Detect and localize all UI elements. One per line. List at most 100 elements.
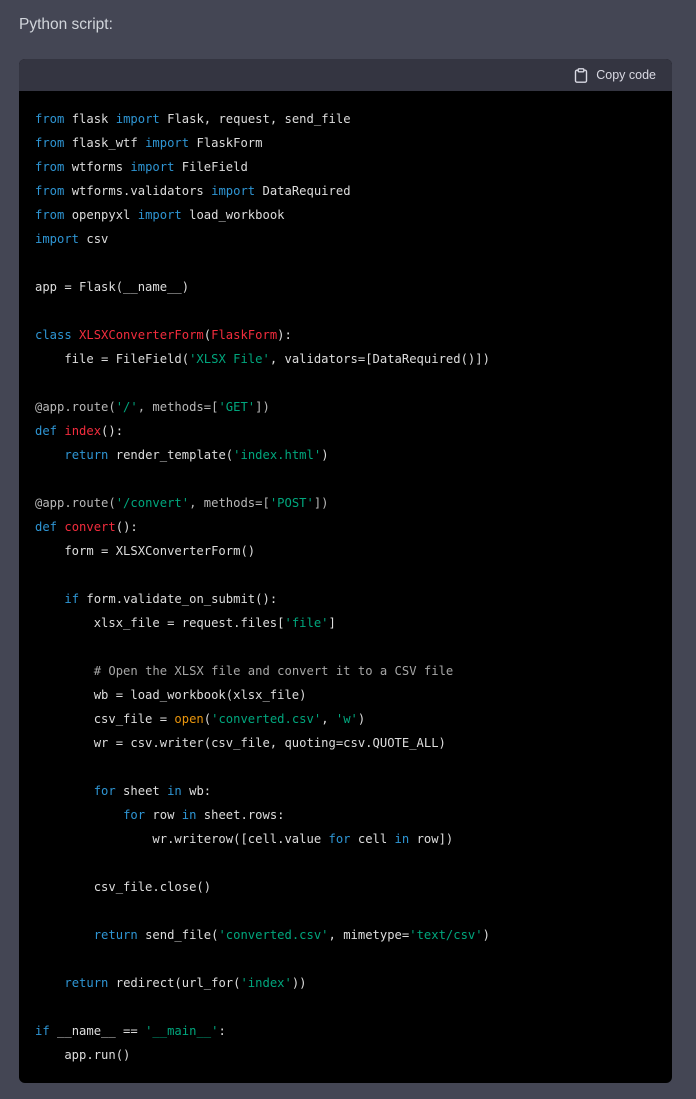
code-token: app = Flask(__name__) <box>35 280 190 294</box>
code-token: 'w' <box>335 712 358 726</box>
code-line: def index(): <box>35 419 672 443</box>
code-token: : <box>218 1024 226 1038</box>
code-token: ]) <box>313 496 329 510</box>
code-token: XLSXConverterForm <box>79 328 204 342</box>
code-token: openpyxl <box>64 208 138 222</box>
code-token: wtforms.validators <box>64 184 212 198</box>
code-token: DataRequired <box>255 184 351 198</box>
code-line: return send_file('converted.csv', mimety… <box>35 923 672 947</box>
code-token: cell <box>350 832 395 846</box>
code-token: ]) <box>255 400 270 414</box>
code-token: , <box>321 712 336 726</box>
code-token: file = FileField( <box>35 352 190 366</box>
code-token: (): <box>101 424 124 438</box>
code-line: def convert(): <box>35 515 672 539</box>
code-token: , mimetype= <box>328 928 410 942</box>
code-line: import csv <box>35 227 672 251</box>
code-token: FileField <box>174 160 248 174</box>
code-token: , methods=[ <box>189 496 270 510</box>
code-token: import <box>130 160 175 174</box>
code-token: wr.writerow([cell.value <box>35 832 329 846</box>
code-token: for <box>123 808 146 822</box>
code-token: __name__ == <box>49 1024 146 1038</box>
code-line: if __name__ == '__main__': <box>35 1019 672 1043</box>
code-token: in <box>394 832 410 846</box>
code-line: for sheet in wb: <box>35 779 672 803</box>
code-token: wb: <box>181 784 212 798</box>
code-token: ) <box>357 712 366 726</box>
code-token: return <box>93 928 138 942</box>
code-token: '__main__' <box>145 1024 219 1038</box>
code-line: from flask import Flask, request, send_f… <box>35 107 672 131</box>
code-token: in <box>167 784 182 798</box>
code-token: return <box>64 448 109 462</box>
intro-text: Python script: <box>19 16 113 33</box>
code-token: csv_file = <box>35 712 175 726</box>
code-line: from wtforms import FileField <box>35 155 672 179</box>
code-token: wr = csv.writer(csv_file, quoting=csv.QU… <box>35 736 446 750</box>
code-token: FlaskForm <box>211 328 278 342</box>
code-line: file = FileField('XLSX File', validators… <box>35 347 672 371</box>
code-token: 'index.html' <box>233 448 322 462</box>
code-token: for <box>93 784 116 798</box>
code-token: csv_file.close() <box>35 880 212 894</box>
code-token: import <box>137 208 182 222</box>
code-token: import <box>115 112 160 126</box>
code-token: ) <box>321 448 329 462</box>
code-token: 'index' <box>240 976 292 990</box>
code-token: # Open the XLSX file and convert it to a… <box>93 664 454 678</box>
code-line: form = XLSXConverterForm() <box>35 539 672 563</box>
code-token: 'POST' <box>269 496 314 510</box>
code-token: 'XLSX File' <box>189 352 270 366</box>
clipboard-icon <box>574 67 588 83</box>
code-token: load_workbook <box>181 208 285 222</box>
code-block-header: Copy code <box>19 59 672 91</box>
code-line: class XLSXConverterForm(FlaskForm): <box>35 323 672 347</box>
code-token: row <box>145 808 182 822</box>
code-token: (): <box>115 520 138 534</box>
code-line: from openpyxl import load_workbook <box>35 203 672 227</box>
code-line: app = Flask(__name__) <box>35 275 672 299</box>
code-token: )) <box>291 976 307 990</box>
copy-code-label: Copy code <box>596 68 656 82</box>
code-token: render_template( <box>108 448 234 462</box>
code-token: FlaskForm <box>189 136 263 150</box>
code-line: from wtforms.validators import DataRequi… <box>35 179 672 203</box>
code-token: from <box>35 160 65 174</box>
code-token: 'text/csv' <box>409 928 483 942</box>
code-token: index <box>64 424 102 438</box>
code-token: csv <box>79 232 109 246</box>
code-line: xlsx_file = request.files['file'] <box>35 611 672 635</box>
code-token: ): <box>277 328 292 342</box>
code-token: wb = load_workbook(xlsx_file) <box>35 688 307 702</box>
copy-code-button[interactable]: Copy code <box>574 67 656 83</box>
code-line: csv_file.close() <box>35 875 672 899</box>
code-content: from flask import Flask, request, send_f… <box>19 91 672 1067</box>
code-token: form = XLSXConverterForm() <box>35 544 256 558</box>
code-token: from <box>35 208 65 222</box>
code-token: ] <box>328 616 336 630</box>
code-line: app.run() <box>35 1043 672 1067</box>
code-token: 'converted.csv' <box>218 928 329 942</box>
code-token: redirect(url_for( <box>108 976 241 990</box>
code-token: wtforms <box>64 160 131 174</box>
code-token: Flask, request, send_file <box>159 112 351 126</box>
code-token: row]) <box>409 832 454 846</box>
code-token: , validators=[DataRequired()]) <box>269 352 490 366</box>
code-token: from <box>35 136 65 150</box>
code-block: Copy code from flask import Flask, reque… <box>19 59 672 1083</box>
code-line: wb = load_workbook(xlsx_file) <box>35 683 672 707</box>
code-token: '/' <box>115 400 138 414</box>
code-token: for <box>328 832 351 846</box>
code-line: @app.route('/', methods=['GET']) <box>35 395 672 419</box>
